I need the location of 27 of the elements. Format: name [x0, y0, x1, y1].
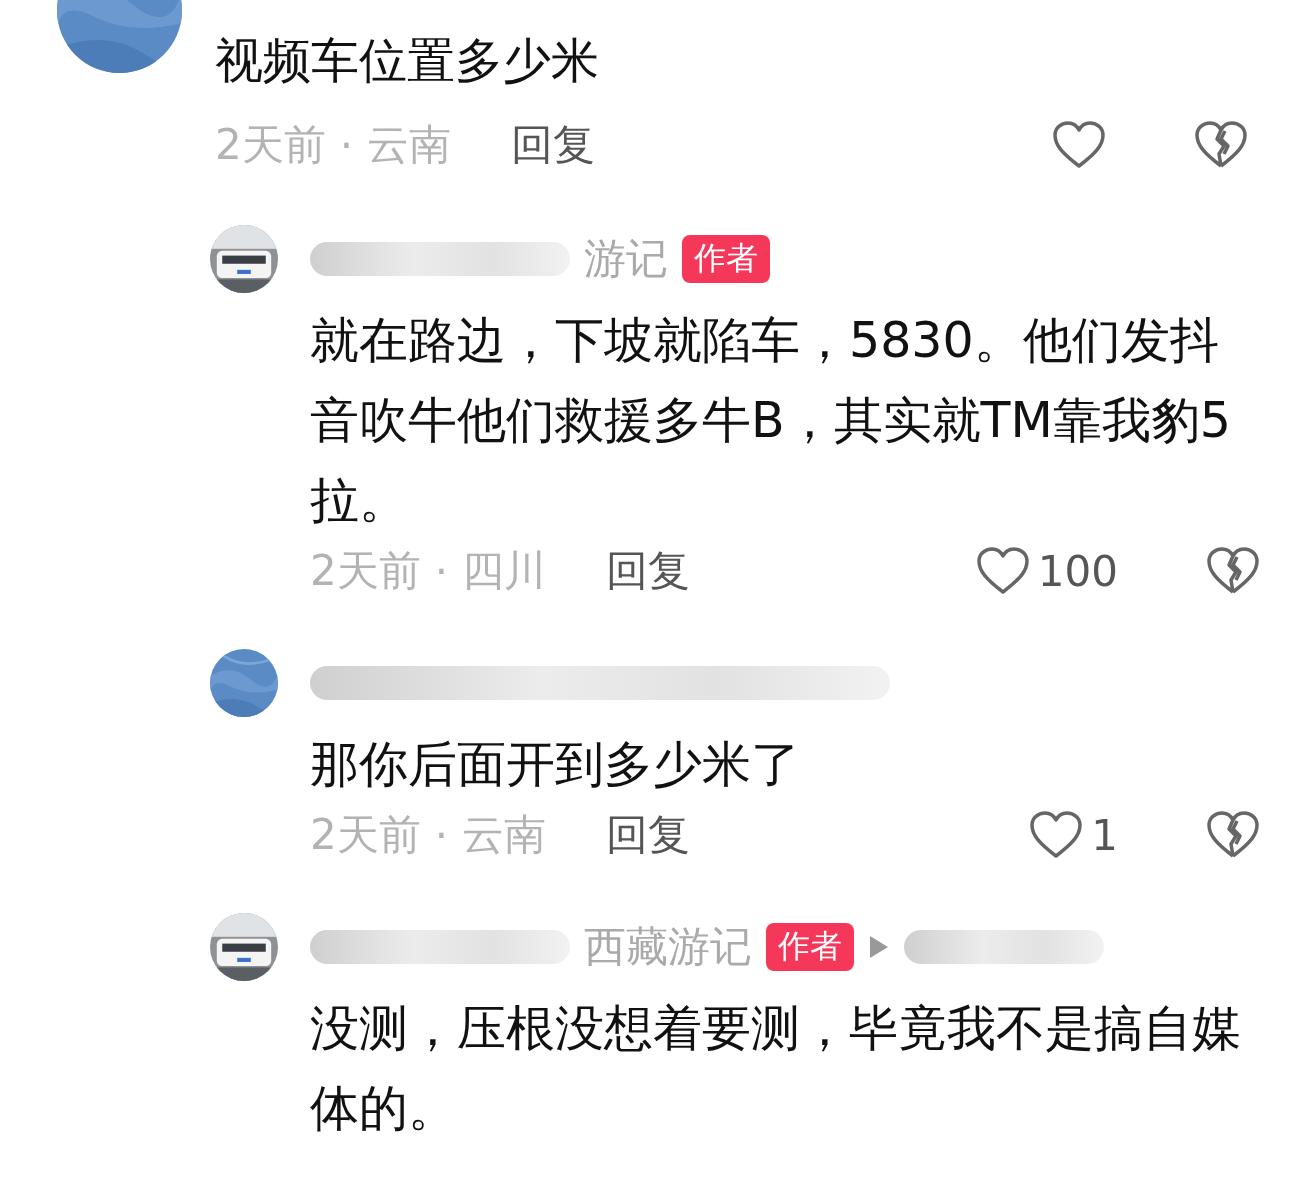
time-text: 2天前 — [215, 119, 326, 171]
broken-heart-icon[interactable] — [1194, 121, 1248, 169]
heart-icon[interactable] — [1052, 121, 1106, 169]
separator-dot: · — [434, 810, 449, 860]
reply-text: 就在路边，下坡就陷车，5830。他们发抖音吹牛他们救援多牛B，其实就TM靠我豹5拉。 — [310, 311, 1232, 531]
broken-heart-icon[interactable] — [1206, 811, 1260, 859]
location-text: 云南 — [462, 809, 547, 861]
reply-text: 那你后面开到多少米了 — [310, 735, 801, 795]
reply-link[interactable]: 回复 — [511, 117, 596, 173]
time-text: 2天前 — [310, 809, 421, 861]
like-count: 100 — [1037, 546, 1118, 596]
separator-dot: · — [434, 546, 449, 596]
broken-heart-icon[interactable] — [1206, 547, 1260, 595]
heart-icon[interactable] — [1029, 811, 1084, 859]
author-badge: 作者 — [766, 923, 854, 971]
time-text: 2天前 — [310, 545, 421, 597]
reply-link[interactable]: 回复 — [606, 543, 691, 599]
like-count: 1 — [1091, 810, 1118, 860]
reply-link[interactable]: 回复 — [606, 807, 691, 863]
separator-dot: · — [339, 120, 354, 170]
reply-text: 没测，压根没想着要测，毕竟我不是搞自媒体的。 — [310, 999, 1242, 1139]
heart-icon[interactable] — [975, 547, 1030, 595]
location-text: 云南 — [367, 119, 452, 171]
triangle-icon — [868, 934, 890, 960]
author-badge: 作者 — [682, 235, 770, 283]
comment-text: 视频车位置多少米 — [215, 31, 600, 90]
location-text: 四川 — [462, 545, 547, 597]
